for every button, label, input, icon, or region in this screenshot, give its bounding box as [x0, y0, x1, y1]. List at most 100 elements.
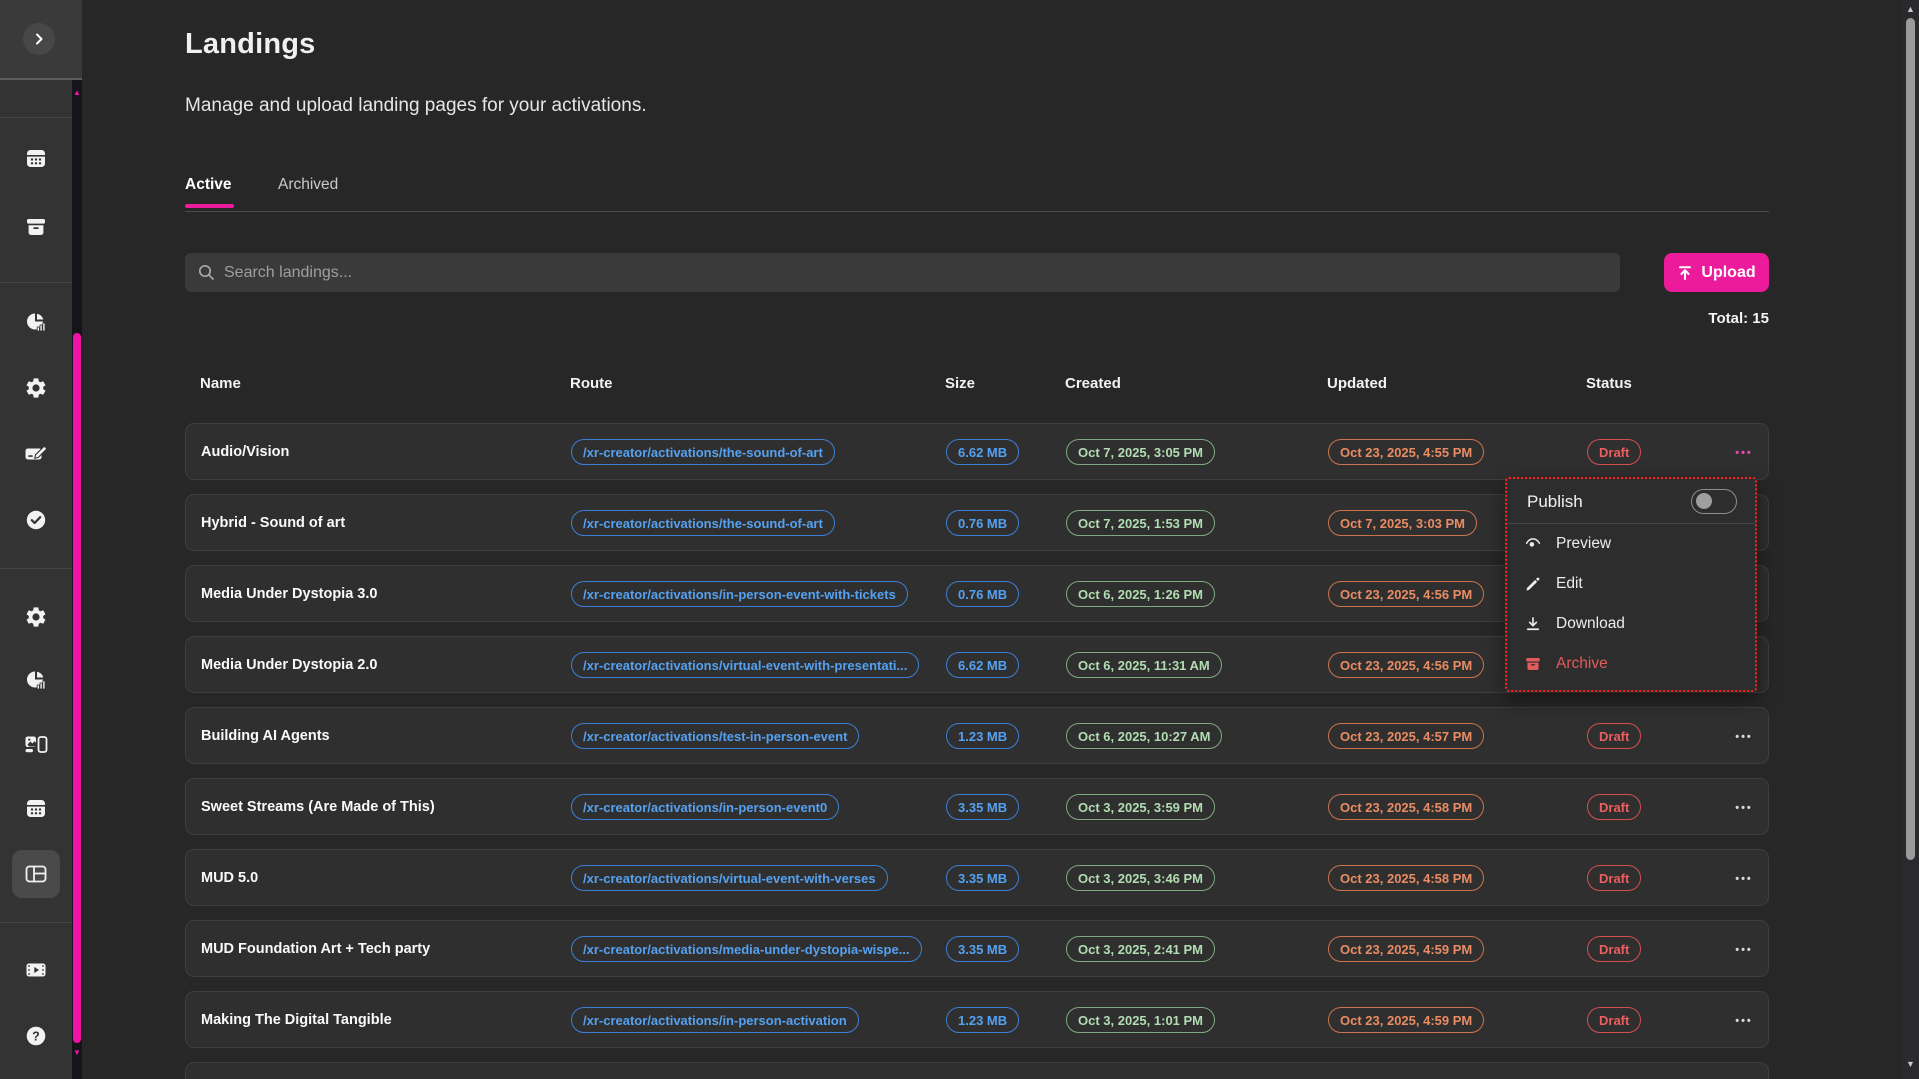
sidebar-item-ticket-edit[interactable]	[12, 430, 60, 478]
updated-pill: Oct 23, 2025, 4:56 PM	[1328, 581, 1484, 607]
toggle-knob	[1696, 493, 1712, 509]
row-menu-button[interactable]: •••	[1735, 944, 1753, 956]
route-pill[interactable]: /xr-creator/activations/in-person-activa…	[571, 1007, 859, 1033]
search-box[interactable]	[185, 253, 1620, 292]
check-circle-icon	[24, 508, 48, 532]
tab-archived[interactable]: Archived	[278, 176, 338, 206]
sidebar-scrollbar[interactable]: ▲ ▼	[72, 80, 82, 1079]
row-menu-button[interactable]: •••	[1735, 873, 1753, 885]
download-icon	[1524, 615, 1542, 633]
devices-image-icon	[23, 732, 49, 756]
menu-item-label: Preview	[1556, 535, 1611, 553]
sidebar-expand-button[interactable]	[23, 23, 55, 55]
sidebar-scrollbar-thumb[interactable]	[73, 333, 81, 1043]
menu-item-label: Download	[1556, 615, 1625, 633]
publish-label: Publish	[1527, 492, 1583, 512]
sidebar-item-settings[interactable]	[12, 364, 60, 412]
row-context-menu: Publish Preview Edit Download Archive	[1505, 477, 1757, 692]
page-subtitle: Manage and upload landing pages for your…	[185, 95, 647, 117]
sidebar-item-analytics[interactable]	[12, 298, 60, 346]
calendar-icon	[24, 796, 48, 820]
menu-item-label: Edit	[1556, 575, 1583, 593]
menu-item-preview[interactable]: Preview	[1507, 524, 1755, 564]
route-pill[interactable]: /xr-creator/activations/in-person-event-…	[571, 581, 908, 607]
created-pill: Oct 7, 2025, 1:53 PM	[1066, 510, 1215, 536]
status-badge: Draft	[1587, 1007, 1641, 1033]
menu-item-edit[interactable]: Edit	[1507, 564, 1755, 604]
scroll-up-icon[interactable]: ▲	[72, 88, 82, 98]
page-scrollbar-thumb[interactable]	[1906, 18, 1915, 860]
size-pill: 0.76 MB	[946, 510, 1019, 536]
updated-pill: Oct 23, 2025, 4:58 PM	[1328, 794, 1484, 820]
pie-chart-icon	[24, 310, 48, 334]
sidebar-item-landings[interactable]	[12, 850, 60, 898]
menu-item-archive[interactable]: Archive	[1507, 644, 1755, 684]
table-row: Audio/Vision /xr-creator/activations/the…	[185, 423, 1769, 480]
route-pill[interactable]: /xr-creator/activations/in-person-event0	[571, 794, 839, 820]
sidebar-item-archive[interactable]	[12, 203, 60, 251]
help-icon: ?	[24, 1024, 48, 1048]
row-menu-button[interactable]: •••	[1735, 447, 1753, 459]
tab-active[interactable]: Active	[185, 176, 232, 206]
landing-name: Making The Digital Tangible	[201, 1012, 571, 1028]
size-pill: 1.23 MB	[946, 1007, 1019, 1033]
size-pill: 3.35 MB	[946, 794, 1019, 820]
created-pill: Oct 3, 2025, 3:59 PM	[1066, 794, 1215, 820]
total-count: Total: 15	[185, 310, 1769, 327]
menu-item-download[interactable]: Download	[1507, 604, 1755, 644]
sidebar-item-calendar[interactable]	[12, 134, 60, 182]
status-badge: Draft	[1587, 936, 1641, 962]
page-title: Landings	[185, 28, 316, 61]
chevron-right-icon	[31, 31, 47, 47]
column-header-size: Size	[945, 375, 1065, 392]
landing-name: Building AI Agents	[201, 728, 571, 744]
table-row: MUD Foundation Art + Tech party /xr-crea…	[185, 920, 1769, 977]
scroll-down-icon[interactable]: ▼	[72, 1048, 82, 1058]
updated-pill: Oct 23, 2025, 4:59 PM	[1328, 936, 1484, 962]
table-row: Building AI Agents /xr-creator/activatio…	[185, 707, 1769, 764]
menu-item-label: Archive	[1556, 655, 1608, 673]
scroll-up-icon[interactable]: ▲	[1902, 3, 1919, 15]
route-pill[interactable]: /xr-creator/activations/the-sound-of-art	[571, 510, 835, 536]
scroll-down-icon[interactable]: ▼	[1902, 1058, 1919, 1070]
status-badge: Draft	[1587, 865, 1641, 891]
sidebar-item-media[interactable]	[12, 946, 60, 994]
sidebar: ? ▲ ▼	[0, 0, 82, 1079]
table-row: Sweet Streams (Are Made of This) /xr-cre…	[185, 778, 1769, 835]
publish-toggle[interactable]	[1691, 489, 1737, 514]
created-pill: Oct 3, 2025, 3:46 PM	[1066, 865, 1215, 891]
route-pill[interactable]: /xr-creator/activations/media-under-dyst…	[571, 936, 922, 962]
row-menu-button[interactable]: •••	[1735, 731, 1753, 743]
sidebar-item-approvals[interactable]	[12, 496, 60, 544]
column-header-created: Created	[1065, 375, 1327, 392]
sidebar-item-analytics-2[interactable]	[12, 656, 60, 704]
page-scrollbar[interactable]: ▲ ▼	[1902, 0, 1919, 1079]
search-input[interactable]	[224, 264, 1424, 282]
updated-pill: Oct 23, 2025, 4:59 PM	[1328, 1007, 1484, 1033]
size-pill: 3.35 MB	[946, 936, 1019, 962]
size-pill: 6.62 MB	[946, 439, 1019, 465]
route-pill[interactable]: /xr-creator/activations/virtual-event-wi…	[571, 652, 919, 678]
row-menu-button[interactable]: •••	[1735, 1015, 1753, 1027]
sidebar-item-settings-2[interactable]	[12, 593, 60, 641]
route-pill[interactable]: /xr-creator/activations/test-in-person-e…	[571, 723, 859, 749]
upload-button-label: Upload	[1701, 264, 1755, 282]
column-header-route: Route	[570, 375, 945, 392]
updated-pill: Oct 23, 2025, 4:56 PM	[1328, 652, 1484, 678]
layout-panel-icon	[23, 861, 49, 887]
landing-name: Hybrid - Sound of art	[201, 515, 571, 531]
route-pill[interactable]: /xr-creator/activations/virtual-event-wi…	[571, 865, 888, 891]
sidebar-item-help[interactable]: ?	[12, 1012, 60, 1060]
table-row-partial	[185, 1062, 1769, 1079]
created-pill: Oct 6, 2025, 1:26 PM	[1066, 581, 1215, 607]
status-badge: Draft	[1587, 439, 1641, 465]
sidebar-item-calendar-2[interactable]	[12, 784, 60, 832]
route-pill[interactable]: /xr-creator/activations/the-sound-of-art	[571, 439, 835, 465]
sidebar-item-devices[interactable]	[12, 720, 60, 768]
row-menu-button[interactable]: •••	[1735, 802, 1753, 814]
upload-button[interactable]: Upload	[1664, 253, 1769, 292]
search-icon	[198, 264, 215, 281]
table-row: Making The Digital Tangible /xr-creator/…	[185, 991, 1769, 1048]
updated-pill: Oct 23, 2025, 4:57 PM	[1328, 723, 1484, 749]
table-header: Name Route Size Created Updated Status	[185, 370, 1769, 396]
